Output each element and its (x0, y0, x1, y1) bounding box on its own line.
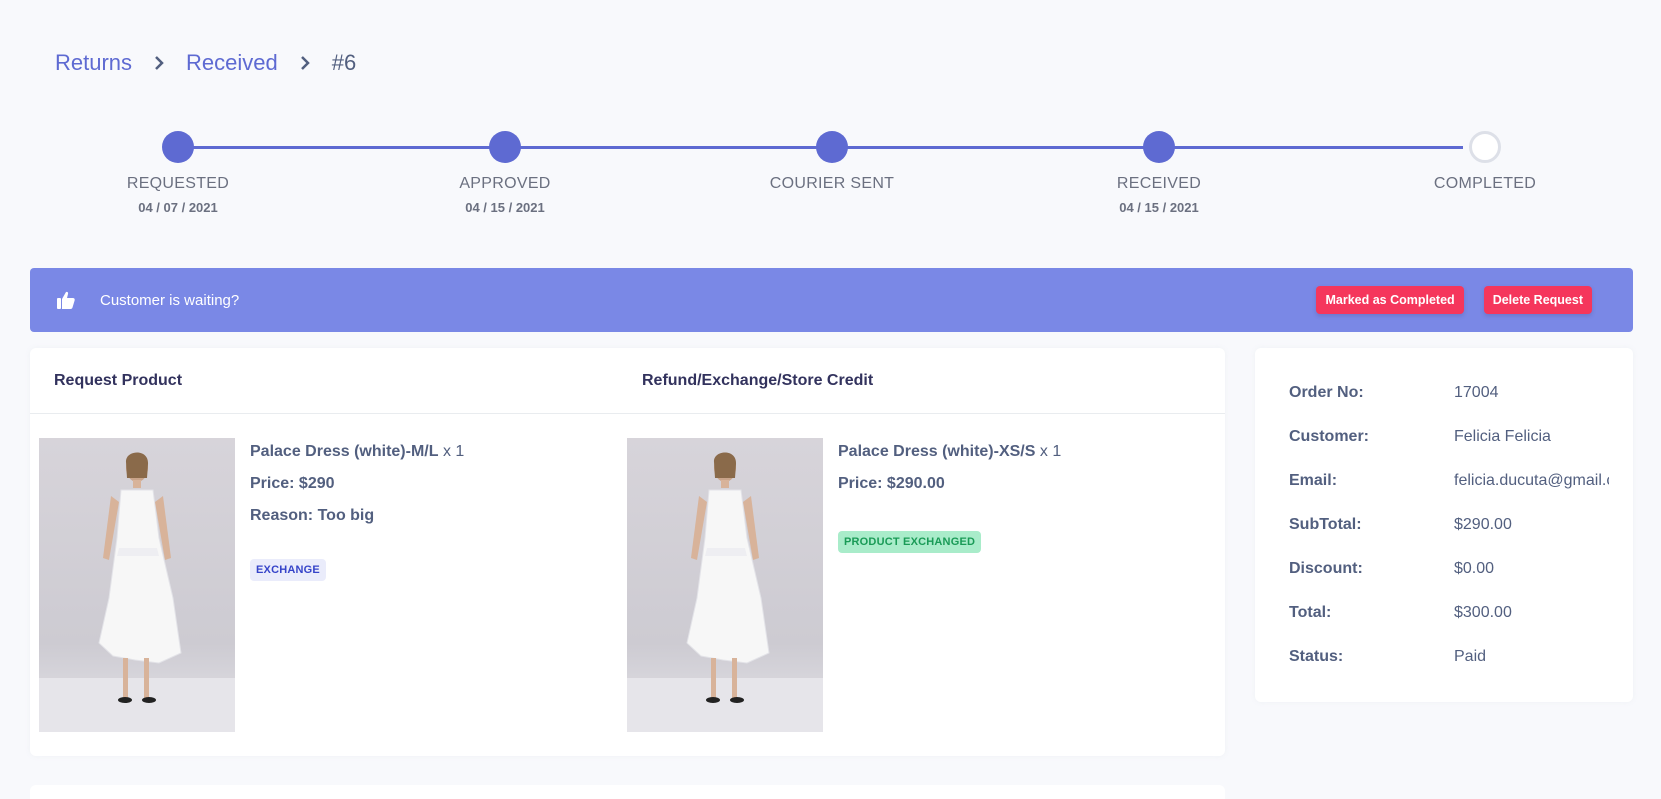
price-label: Price: (838, 475, 883, 492)
refund-exchange-heading: Refund/Exchange/Store Credit (642, 372, 874, 389)
step-dot (489, 131, 521, 163)
order-key: Total: (1289, 604, 1332, 621)
chevron-right-icon (290, 51, 320, 75)
breadcrumb-received-link[interactable]: Received (186, 50, 278, 76)
product-price: $290 (298, 475, 335, 492)
step-label: REQUESTED (126, 175, 230, 192)
request-product-heading: Request Product (54, 372, 183, 389)
order-key: Status: (1289, 648, 1344, 665)
step-courier-sent: COURIER SENT (732, 130, 932, 193)
return-progress-stepper: REQUESTED 04 / 07 / 2021 APPROVED 04 / 1… (0, 130, 1661, 230)
chevron-right-icon (144, 51, 174, 75)
order-key: SubTotal: (1289, 516, 1362, 533)
banner-actions: Marked as Completed Delete Request (1316, 286, 1592, 314)
order-value: 17004 (1454, 384, 1499, 401)
order-key: Order No: (1289, 384, 1364, 401)
step-requested: REQUESTED 04 / 07 / 2021 (78, 130, 278, 215)
order-value: $0.00 (1454, 560, 1495, 577)
step-approved: APPROVED 04 / 15 / 2021 (405, 130, 605, 215)
product-name: Palace Dress (white)-XS/S (838, 443, 1036, 460)
step-completed: COMPLETED (1385, 130, 1585, 193)
breadcrumb: Returns Received #6 (55, 50, 356, 76)
reason-label: Reason: (250, 507, 314, 524)
order-key: Email: (1289, 472, 1338, 489)
step-received: RECEIVED 04 / 15 / 2021 (1059, 130, 1259, 215)
step-label: COURIER SENT (769, 175, 895, 192)
step-dot (1143, 131, 1175, 163)
order-row: Email: felicia.ducuta@gmail.com (1289, 472, 1609, 516)
order-row: Customer: Felicia Felicia (1289, 428, 1609, 472)
order-value: $290.00 (1454, 516, 1512, 533)
step-dot (816, 131, 848, 163)
mark-completed-button[interactable]: Marked as Completed (1316, 286, 1464, 314)
step-date: 04 / 15 / 2021 (465, 200, 545, 215)
order-row: Order No: 17004 (1289, 384, 1609, 428)
order-key: Discount: (1289, 560, 1363, 577)
customer-waiting-banner: Customer is waiting? Marked as Completed… (30, 268, 1633, 332)
thumbs-up-icon (56, 290, 76, 310)
step-date: 04 / 15 / 2021 (1119, 200, 1199, 215)
breadcrumb-current: #6 (331, 50, 357, 75)
step-dot (162, 131, 194, 163)
order-value: Felicia Felicia (1454, 428, 1551, 445)
order-row: Total: $300.00 (1289, 604, 1609, 648)
return-reason: Too big (317, 507, 375, 524)
product-exchanged-badge: PRODUCT EXCHANGED (838, 531, 982, 553)
price-label: Price: (250, 475, 295, 492)
exchange-badge: EXCHANGE (250, 559, 326, 581)
product-image (627, 438, 823, 732)
next-card-edge (30, 785, 1225, 799)
order-value: felicia.ducuta@gmail.com (1454, 472, 1609, 489)
delete-request-button[interactable]: Delete Request (1483, 286, 1592, 314)
card-header: Request Product Refund/Exchange/Store Cr… (30, 348, 1225, 414)
order-row: SubTotal: $290.00 (1289, 516, 1609, 560)
order-summary-card: Order No: 17004 Customer: Felicia Felici… (1255, 348, 1633, 702)
step-dot-empty (1469, 131, 1501, 163)
step-date: 04 / 07 / 2021 (138, 200, 218, 215)
product-name: Palace Dress (white)-M/L (250, 443, 439, 460)
order-row: Discount: $0.00 (1289, 560, 1609, 604)
product-price: $290.00 (886, 475, 945, 492)
step-label: APPROVED (459, 175, 551, 192)
step-label: COMPLETED (1433, 175, 1537, 192)
product-image (39, 438, 235, 732)
request-product-card: Request Product Refund/Exchange/Store Cr… (30, 348, 1225, 756)
product-qty: x 1 (1039, 443, 1062, 460)
order-key: Customer: (1289, 428, 1370, 445)
order-value: Paid (1454, 648, 1487, 665)
banner-message: Customer is waiting? (100, 291, 240, 309)
order-row: Status: Paid (1289, 648, 1609, 692)
product-qty: x 1 (442, 443, 465, 460)
breadcrumb-returns-link[interactable]: Returns (55, 50, 132, 76)
step-label: RECEIVED (1116, 175, 1202, 192)
exchange-item-info: Palace Dress (white)-XS/S x 1 Price: $29… (838, 441, 1198, 553)
requested-item-info: Palace Dress (white)-M/L x 1 Price: $290… (250, 441, 610, 581)
order-value: $300.00 (1454, 604, 1512, 621)
